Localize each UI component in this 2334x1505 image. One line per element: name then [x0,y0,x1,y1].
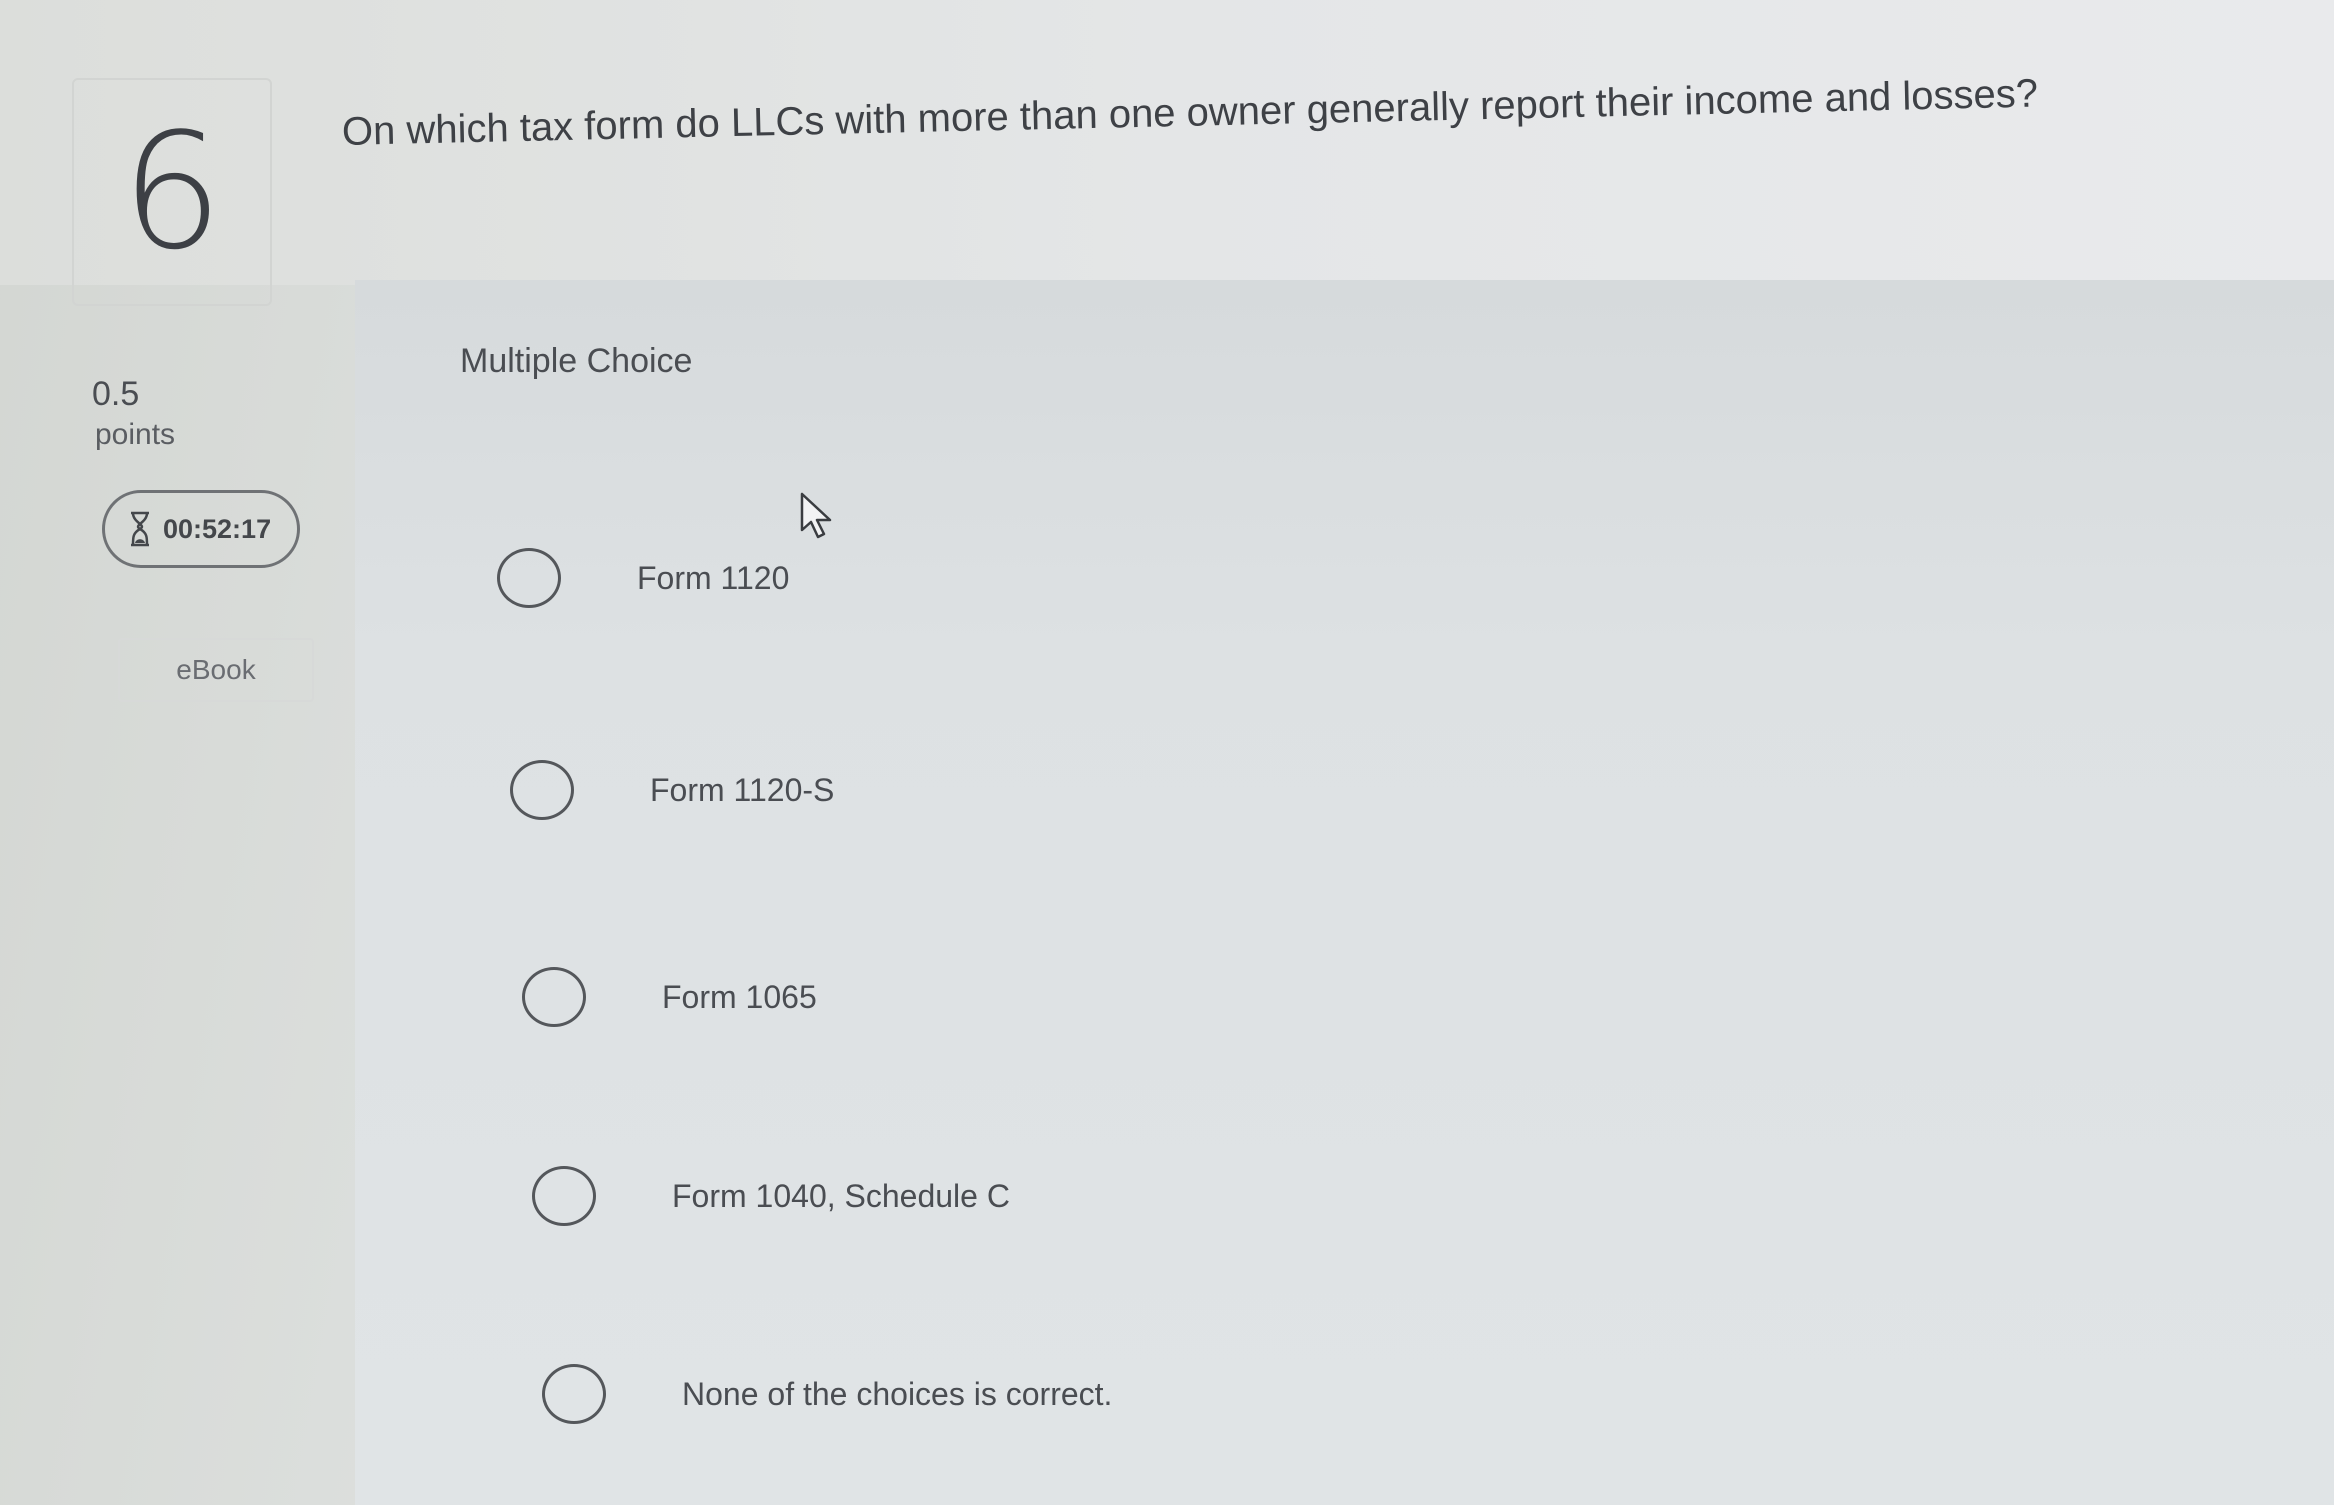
radio-button[interactable] [542,1364,606,1424]
answer-option-label[interactable]: None of the choices is correct. [682,1376,1112,1413]
timer-text: 00:52:17 [163,513,272,544]
answer-option-label[interactable]: Form 1120 [637,560,789,597]
answer-option-label[interactable]: Form 1065 [662,979,817,1016]
mouse-pointer-icon [800,492,834,545]
question-number: 6 [121,98,223,285]
answer-option-label[interactable]: Form 1040, Schedule C [672,1178,1010,1215]
question-type-label: Multiple Choice [460,342,693,380]
answer-option[interactable]: Form 1120 [497,548,789,608]
answer-option[interactable]: None of the choices is correct. [542,1364,1112,1424]
answer-panel [355,280,2334,1505]
answer-option[interactable]: Form 1120-S [510,760,834,820]
radio-button[interactable] [522,967,586,1027]
timer-badge[interactable]: 00:52:17 [102,490,300,568]
radio-button[interactable] [497,548,561,608]
question-number-box: 6 [72,78,272,306]
answer-option[interactable]: Form 1065 [522,967,817,1027]
answer-option[interactable]: Form 1040, Schedule C [532,1166,1010,1226]
radio-button[interactable] [532,1166,596,1226]
answer-option-label[interactable]: Form 1120-S [650,772,834,809]
radio-button[interactable] [510,760,574,820]
points-value: 0.5 [92,375,140,413]
hourglass-icon [129,511,151,547]
ebook-button[interactable]: eBook [118,638,314,702]
points-label: points [95,418,176,451]
